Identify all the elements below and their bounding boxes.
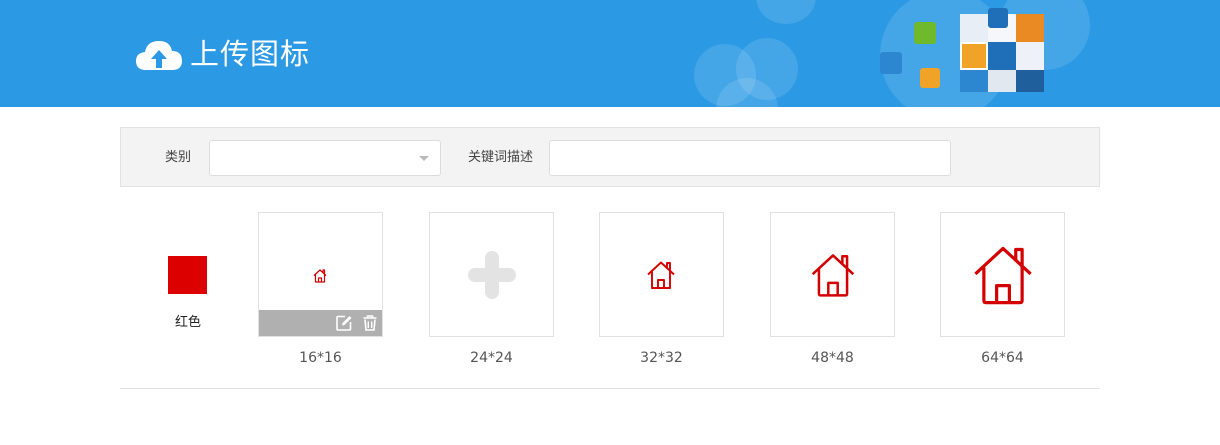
icon-slot-24[interactable] [429,212,554,337]
color-swatch[interactable] [168,256,207,294]
page-header: 上传图标 [0,0,1220,107]
size-label-32: 32*32 [640,350,683,366]
house-icon [313,269,327,283]
page-title: 上传图标 [190,37,311,71]
keyword-label: 关键词描述 [468,150,534,165]
color-label: 红色 [174,315,201,330]
app-cubes-illustration [880,8,1044,92]
icon-slot-toolbar [259,310,382,336]
category-label: 类别 [165,150,192,165]
house-icon [647,261,675,289]
size-label-64: 64*64 [981,350,1024,366]
filter-bar: 类别 关键词描述 [120,127,1100,187]
bottom-divider [120,388,1100,389]
house-icon [974,246,1032,305]
icon-slot-48[interactable] [770,212,895,337]
size-label-16: 16*16 [299,350,342,366]
cloud-upload-icon [136,41,182,70]
icon-slot-64[interactable] [940,212,1065,337]
size-label-48: 48*48 [811,350,854,366]
edit-icon[interactable] [335,314,353,332]
decor-bubble [756,0,816,24]
icon-slot-32[interactable] [599,212,724,337]
trash-icon[interactable] [361,314,379,332]
chevron-down-icon [419,156,429,161]
size-label-24: 24*24 [470,350,513,366]
category-select[interactable] [209,140,441,176]
house-icon [811,254,855,297]
keyword-input[interactable] [549,140,951,176]
icon-slot-16[interactable] [258,212,383,337]
